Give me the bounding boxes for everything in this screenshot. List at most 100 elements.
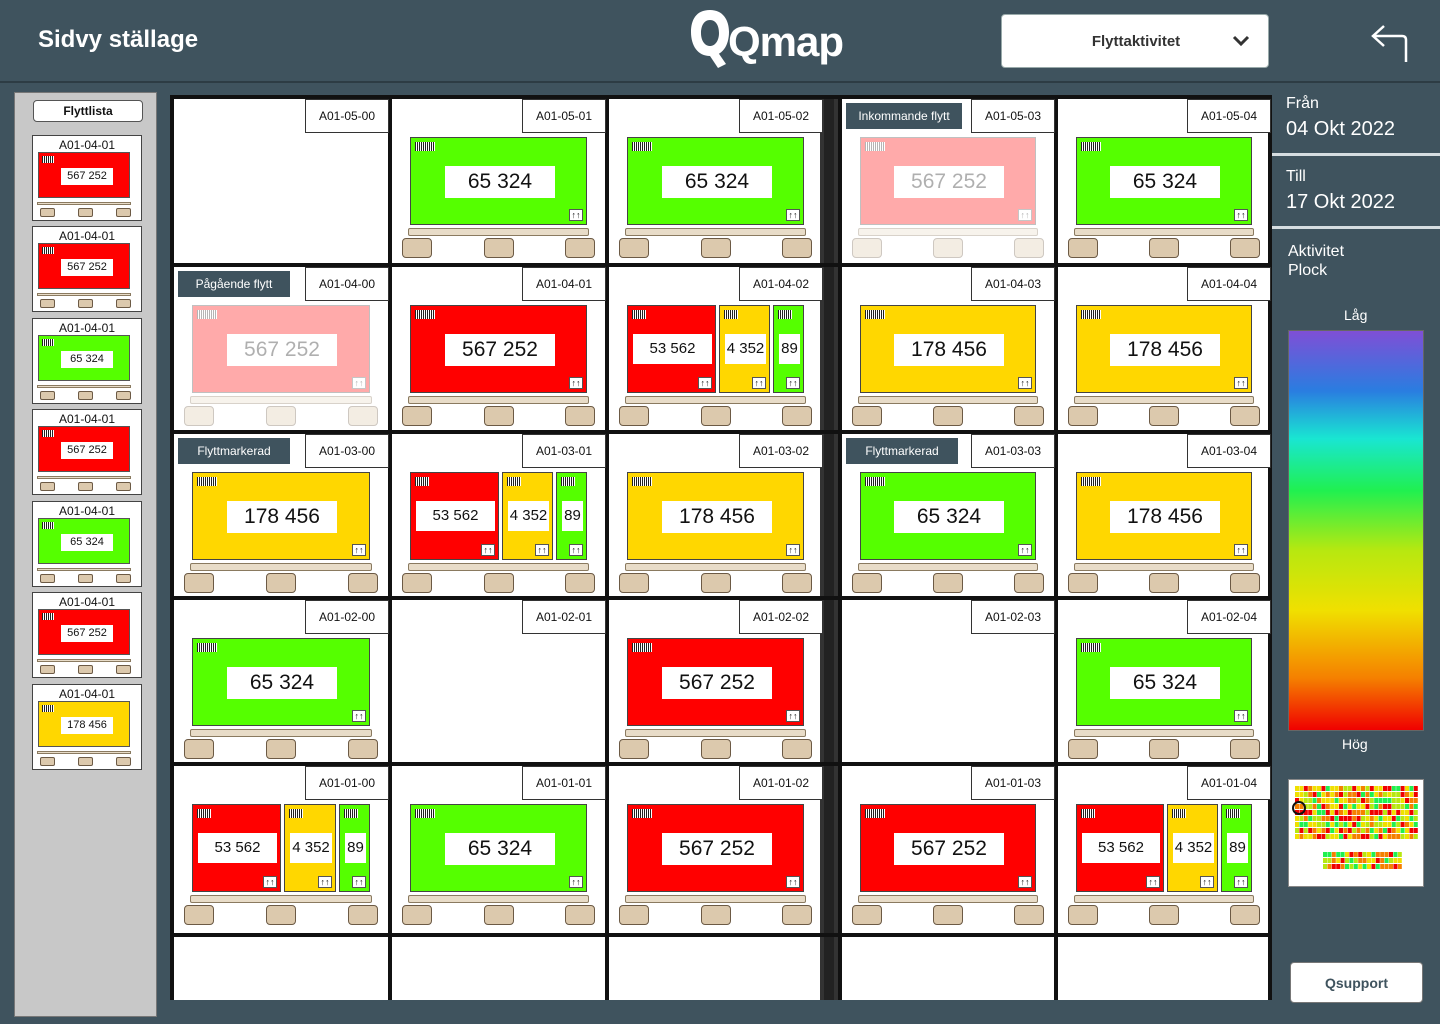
this-side-up-icon: ↑↑ xyxy=(1200,876,1214,888)
rack-cell[interactable]: A01-05-00 xyxy=(174,99,389,263)
heat-cell xyxy=(1308,786,1313,791)
rack-cell[interactable]: A01-04-01 567 252 ↑↑ xyxy=(392,267,606,430)
move-list-card[interactable]: A01-04-01 65 324 xyxy=(32,318,142,404)
card-box: 65 324 xyxy=(38,518,130,564)
pallet-block xyxy=(619,238,649,258)
heat-cell xyxy=(1405,828,1409,833)
pallet[interactable]: 567 252 ↑↑ xyxy=(392,267,605,427)
rack-cell[interactable]: A01-03-01 53 562 ↑↑ 4 352 ↑↑ 89 ↑↑ xyxy=(392,434,606,596)
rack-cell[interactable]: A01-01-00 53 562 ↑↑ 4 352 ↑↑ 89 ↑↑ xyxy=(174,766,389,933)
qsupport-button[interactable]: Qsupport xyxy=(1290,962,1423,1003)
pallet-plank xyxy=(1074,895,1254,903)
rack-cell[interactable]: A01-01-02 567 252 ↑↑ xyxy=(609,766,823,933)
rack-cell[interactable]: A01-02-02 567 252 ↑↑ xyxy=(609,600,823,762)
pallet-block xyxy=(1014,406,1044,426)
pallet[interactable]: 178 456 ↑↑ xyxy=(174,434,388,594)
rack-cell[interactable]: A01-03-04 178 456 ↑↑ xyxy=(1058,434,1271,596)
pallet[interactable]: 178 456 ↑↑ xyxy=(842,267,1054,427)
heat-cell xyxy=(1317,792,1321,797)
pallet-block xyxy=(852,406,882,426)
heat-cell xyxy=(1400,828,1405,833)
this-side-up-icon: ↑↑ xyxy=(786,377,800,389)
rack-cell[interactable]: A01-05-02 65 324 ↑↑ xyxy=(609,99,823,263)
pallet-plank xyxy=(625,228,806,236)
rack-cell[interactable]: A01-03-00 Flyttmarkerad 178 456 ↑↑ xyxy=(174,434,389,596)
barcode-icon xyxy=(865,310,885,319)
heat-cell xyxy=(1387,792,1392,797)
box-quantity: 4 352 xyxy=(725,334,766,364)
pallet[interactable]: 567 252 ↑↑ xyxy=(842,766,1054,926)
pallet-block xyxy=(483,905,514,925)
move-list-card[interactable]: A01-04-01 567 252 xyxy=(32,592,142,678)
pallet[interactable]: 178 456 ↑↑ xyxy=(1058,267,1270,427)
barcode-icon xyxy=(42,705,54,712)
cargo-box: 89 ↑↑ xyxy=(1221,804,1252,892)
pallet[interactable]: 65 324 ↑↑ xyxy=(1058,600,1270,760)
rack-cell[interactable]: A01-04-04 178 456 ↑↑ xyxy=(1058,267,1271,430)
heat-cell xyxy=(1299,822,1304,827)
rack-cell[interactable]: A01-04-03 178 456 ↑↑ xyxy=(842,267,1055,430)
move-list-card[interactable]: A01-04-01 567 252 xyxy=(32,226,142,312)
back-arrow-icon[interactable] xyxy=(1368,24,1410,64)
heat-cell xyxy=(1374,828,1379,833)
pallet[interactable]: 65 324 ↑↑ xyxy=(842,434,1054,594)
pallet[interactable]: 53 562 ↑↑ 4 352 ↑↑ 89 ↑↑ xyxy=(609,267,822,427)
pallet[interactable]: 567 252 ↑↑ xyxy=(609,766,822,926)
pallet[interactable]: 53 562 ↑↑ 4 352 ↑↑ 89 ↑↑ xyxy=(174,766,388,926)
heat-cell xyxy=(1352,828,1357,833)
rack-cell[interactable]: A01-05-03 Inkommande flytt 567 252 ↑↑ xyxy=(842,99,1055,263)
pallet[interactable]: 567 252 ↑↑ xyxy=(174,267,388,427)
rack-cell[interactable]: A01-05-01 65 324 ↑↑ xyxy=(392,99,606,263)
pallet[interactable]: 53 562 ↑↑ 4 352 ↑↑ 89 ↑↑ xyxy=(392,434,605,594)
rack-cell[interactable]: A01-02-04 65 324 ↑↑ xyxy=(1058,600,1271,762)
move-list-card[interactable]: A01-04-01 178 456 xyxy=(32,684,142,770)
heat-cell xyxy=(1312,804,1317,809)
heat-cell xyxy=(1380,864,1385,869)
pallet-block xyxy=(1068,573,1098,593)
rack-cell[interactable]: A01-03-02 178 456 ↑↑ xyxy=(609,434,823,596)
heat-cell xyxy=(1383,828,1387,833)
heat-cell xyxy=(1413,822,1418,827)
this-side-up-icon: ↑↑ xyxy=(1018,876,1032,888)
pallet[interactable]: 178 456 ↑↑ xyxy=(1058,434,1270,594)
move-list-card[interactable]: A01-04-01 65 324 xyxy=(32,501,142,587)
pallet-plank xyxy=(408,228,589,236)
rack-cell[interactable]: A01-04-00 Pågående flytt 567 252 ↑↑ xyxy=(174,267,389,430)
pallet[interactable]: 65 324 ↑↑ xyxy=(392,99,605,259)
rack-cell[interactable]: A01-04-02 53 562 ↑↑ 4 352 ↑↑ 89 ↑↑ xyxy=(609,267,823,430)
move-list-card[interactable]: A01-04-01 567 252 xyxy=(32,409,142,495)
heat-cell xyxy=(1413,828,1418,833)
warehouse-minimap[interactable] xyxy=(1288,779,1424,887)
rack-cell[interactable]: A01-02-03 xyxy=(842,600,1055,762)
this-side-up-icon: ↑↑ xyxy=(318,876,332,888)
card-value: 567 252 xyxy=(61,168,113,185)
pallet-block xyxy=(1068,739,1098,759)
rack-cell[interactable]: A01-02-00 65 324 ↑↑ xyxy=(174,600,389,762)
pallet[interactable]: 65 324 ↑↑ xyxy=(1058,99,1270,259)
pallet[interactable]: 65 324 ↑↑ xyxy=(609,99,822,259)
heat-cell xyxy=(1378,798,1383,803)
pallet[interactable]: 567 252 ↑↑ xyxy=(609,600,822,760)
to-date[interactable]: Till 17 Okt 2022 xyxy=(1272,156,1440,229)
pallet[interactable]: 65 324 ↑↑ xyxy=(174,600,388,760)
from-date[interactable]: Från 04 Okt 2022 xyxy=(1272,83,1440,156)
rack-cell[interactable]: A01-01-01 65 324 ↑↑ xyxy=(392,766,606,933)
filter-panel: Från 04 Okt 2022 Till 17 Okt 2022 Aktivi… xyxy=(1272,83,1440,1024)
rack-cell[interactable]: A01-02-01 xyxy=(392,600,606,762)
rack-cell[interactable]: A01-05-04 65 324 ↑↑ xyxy=(1058,99,1271,263)
heat-cell xyxy=(1327,858,1332,863)
activity-dropdown[interactable]: Flyttaktivitet xyxy=(1001,14,1269,68)
heat-cell xyxy=(1353,864,1358,869)
rack-cell[interactable]: A01-01-04 53 562 ↑↑ 4 352 ↑↑ 89 ↑↑ xyxy=(1058,766,1271,933)
heat-cell xyxy=(1330,786,1335,791)
pallet[interactable]: 178 456 ↑↑ xyxy=(609,434,822,594)
heat-cell xyxy=(1321,798,1326,803)
pallet[interactable]: 53 562 ↑↑ 4 352 ↑↑ 89 ↑↑ xyxy=(1058,766,1270,926)
move-list-card[interactable]: A01-04-01 567 252 xyxy=(32,135,142,221)
pallet[interactable]: 567 252 ↑↑ xyxy=(842,99,1054,259)
pallet[interactable]: 65 324 ↑↑ xyxy=(392,766,605,926)
rack-cell[interactable]: A01-01-03 567 252 ↑↑ xyxy=(842,766,1055,933)
cargo-box: 4 352 ↑↑ xyxy=(502,472,553,560)
rack-cell[interactable]: A01-03-03 Flyttmarkerad 65 324 ↑↑ xyxy=(842,434,1055,596)
heat-cell xyxy=(1405,798,1409,803)
